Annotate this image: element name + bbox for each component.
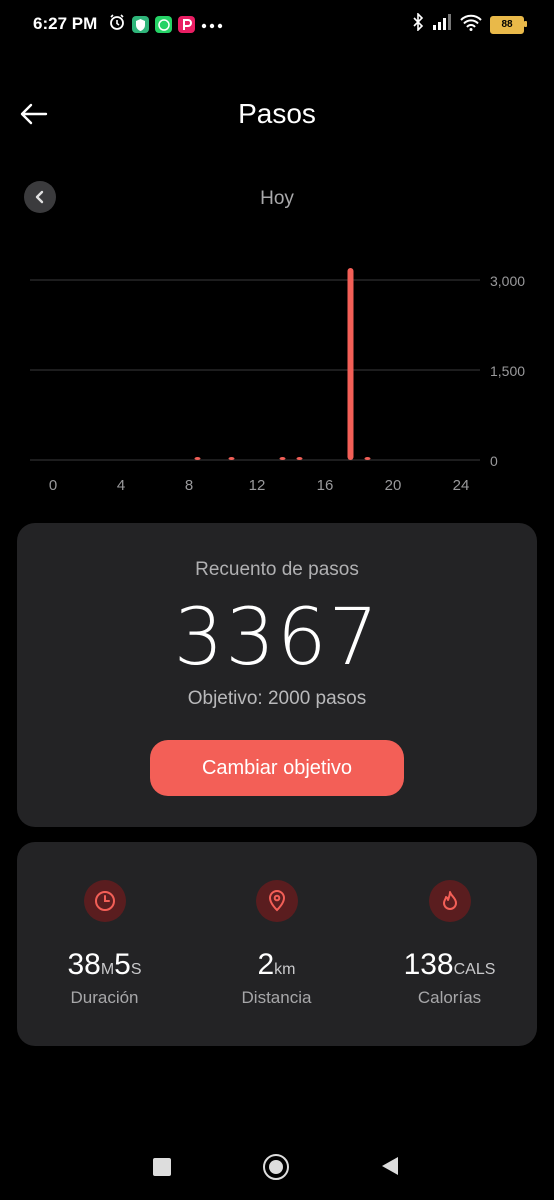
back-nav-button[interactable] (380, 1156, 400, 1181)
flame-icon (429, 880, 471, 922)
page-title: Pasos (238, 98, 316, 129)
clock-icon (84, 880, 126, 922)
status-bar: 6:27 PM 88 (0, 0, 554, 48)
day-label: Hoy (260, 188, 294, 209)
x-tick-label: 12 (249, 477, 266, 494)
more-dots-icon (201, 16, 223, 34)
steps-count-label: Recuento de pasos (195, 559, 359, 580)
duration-minutes-unit: M (100, 961, 115, 978)
calories-number: 138 (403, 948, 454, 981)
chart-bar (194, 457, 201, 460)
calories-label: Calorías (417, 988, 482, 1007)
chart-bar (296, 457, 303, 460)
change-goal-button[interactable]: Cambiar objetivo (150, 740, 404, 796)
x-tick-label: 4 (117, 477, 125, 494)
duration-minutes: 38 (67, 948, 101, 981)
duration-value: 38M5S (18, 948, 191, 982)
battery-icon: 88 (490, 15, 527, 34)
distance-value: 2km (190, 948, 363, 982)
y-tick-label: 1,500 (490, 363, 525, 379)
status-time: 6:27 PM (33, 14, 98, 33)
distance-label: Distancia (241, 988, 312, 1007)
bluetooth-icon (412, 12, 424, 36)
chart-bar (228, 457, 235, 460)
steps-chart: 0 1,500 3,000 0 4 8 12 16 20 24 (0, 240, 554, 500)
location-pin-icon (256, 880, 298, 922)
steps-chart-svg: 0 1,500 3,000 0 4 8 12 16 20 24 (30, 268, 525, 494)
duration-stat: 38M5S Duración (18, 842, 191, 1046)
distance-unit: km (274, 961, 296, 978)
alarm-icon (108, 13, 126, 36)
calories-unit: CALS (453, 961, 496, 978)
y-tick-label: 3,000 (490, 273, 525, 289)
steps-count-value: 3367 (173, 593, 381, 683)
y-tick-label: 0 (490, 453, 498, 469)
x-tick-label: 8 (185, 477, 193, 494)
calories-value: 138CALS (363, 948, 536, 982)
signal-icon (432, 14, 452, 35)
vpn-shield-icon (132, 16, 149, 33)
chart-bar (364, 457, 371, 460)
x-tick-label: 0 (49, 477, 57, 494)
distance-number: 2 (257, 948, 275, 981)
steps-card: Recuento de pasos 3367 Objetivo: 2000 pa… (17, 523, 537, 827)
home-button[interactable] (263, 1154, 289, 1180)
chart-bar (347, 268, 354, 460)
duration-label: Duración (70, 988, 139, 1007)
distance-stat: 2km Distancia (190, 842, 363, 1046)
whatsapp-icon (155, 16, 172, 33)
chart-bar (279, 457, 286, 460)
x-tick-label: 24 (453, 477, 470, 494)
x-tick-label: 20 (385, 477, 402, 494)
stats-card: 38M5S Duración 2km Distancia 138CALS Cal… (17, 842, 537, 1046)
wifi-icon (460, 14, 482, 36)
calories-stat: 138CALS Calorías (363, 842, 536, 1046)
recent-apps-button[interactable] (153, 1158, 171, 1176)
steps-goal-text: Objetivo: 2000 pasos (187, 688, 367, 709)
app-p-icon (178, 16, 195, 33)
system-nav-bar (0, 1140, 554, 1200)
duration-seconds-unit: S (130, 961, 142, 978)
duration-seconds: 5 (114, 948, 131, 981)
back-triangle-icon (382, 1157, 398, 1175)
x-tick-label: 16 (317, 477, 334, 494)
